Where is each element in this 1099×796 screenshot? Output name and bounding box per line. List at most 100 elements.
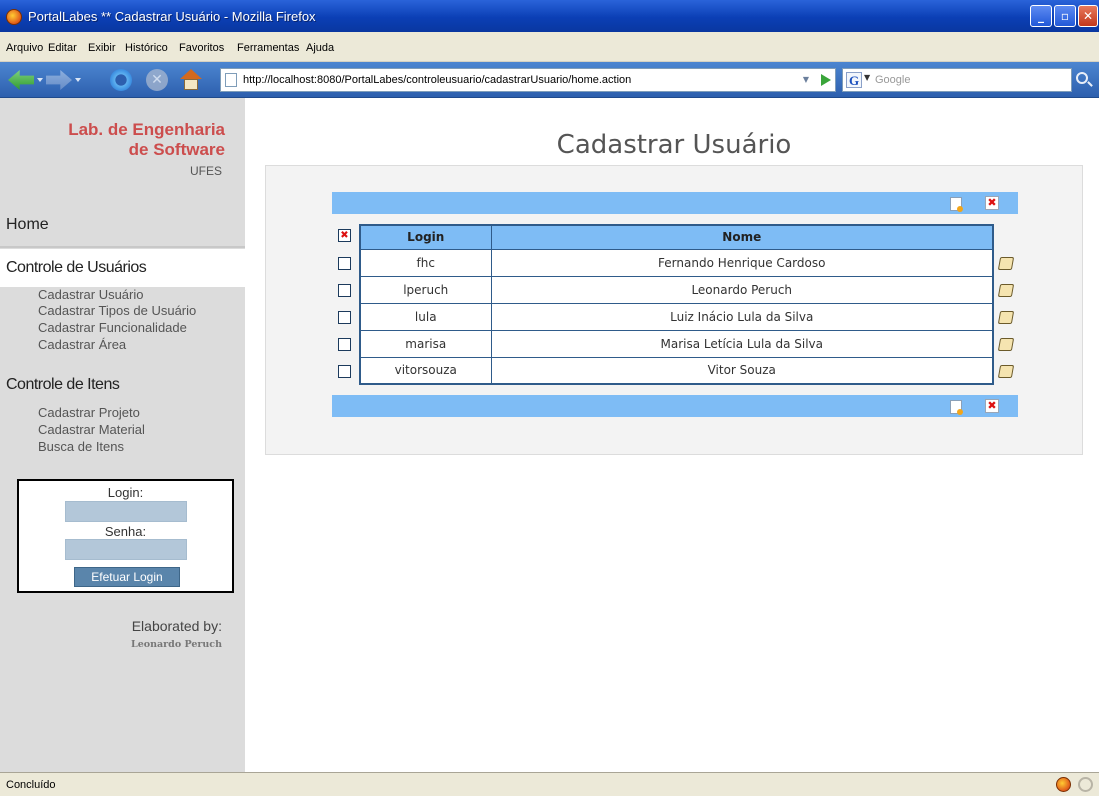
new-user-icon[interactable] xyxy=(950,197,963,212)
search-engine-dropdown-icon[interactable]: ▼ xyxy=(864,73,870,82)
home-icon-roof xyxy=(180,69,202,79)
row-checkbox[interactable] xyxy=(338,338,351,351)
password-label: Senha: xyxy=(104,524,147,539)
window-title: PortalLabes ** Cadastrar Usuário - Mozil… xyxy=(28,9,316,24)
sidebar: Lab. de Engenharia de Software UFES Home… xyxy=(0,98,245,772)
firefox-icon xyxy=(6,9,22,25)
delete-selected-icon[interactable]: ✖ xyxy=(985,399,999,413)
login-field[interactable] xyxy=(65,501,187,522)
address-bar[interactable]: http://localhost:8080/PortalLabes/contro… xyxy=(220,68,836,92)
author-name: Leonardo Peruch xyxy=(131,639,222,650)
bottom-action-bar: ✖ xyxy=(332,395,1018,417)
menu-editar[interactable]: Editar xyxy=(48,42,77,54)
sidebar-item-cadastrar-projeto[interactable]: Cadastrar Projeto xyxy=(38,405,140,420)
maximize-button[interactable]: ▫ xyxy=(1054,5,1076,27)
column-header-login[interactable]: Login xyxy=(359,224,492,250)
sidebar-item-busca-itens[interactable]: Busca de Itens xyxy=(38,439,124,454)
go-icon[interactable] xyxy=(821,74,831,86)
nav-section-users[interactable]: Controle de Usuários xyxy=(0,249,245,287)
row-checkbox[interactable] xyxy=(338,257,351,270)
page-icon xyxy=(225,73,237,87)
google-icon[interactable]: G xyxy=(846,72,862,88)
cell-login: marisa xyxy=(359,329,492,358)
cell-login: lula xyxy=(359,302,492,331)
table-row[interactable]: lula Luiz Inácio Lula da Silva xyxy=(359,302,994,331)
top-action-bar: ✖ xyxy=(332,192,1018,214)
nav-home[interactable]: Home xyxy=(0,208,245,248)
home-icon[interactable] xyxy=(180,69,202,91)
table-row[interactable]: vitorsouza Vitor Souza xyxy=(359,356,994,385)
back-history-dropdown-icon[interactable] xyxy=(37,78,43,82)
search-icon[interactable] xyxy=(1076,72,1088,84)
table-row[interactable]: lperuch Leonardo Peruch xyxy=(359,275,994,304)
brand-line-1: Lab. de Engenharia xyxy=(68,120,225,139)
navigation-toolbar: ✕ http://localhost:8080/PortalLabes/cont… xyxy=(0,62,1099,98)
stop-icon[interactable]: ✕ xyxy=(146,69,168,91)
menu-historico[interactable]: Histórico xyxy=(125,42,168,54)
menu-ferramentas[interactable]: Ferramentas xyxy=(237,42,299,54)
back-arrow-icon[interactable] xyxy=(8,70,34,90)
elaborated-by-label: Elaborated by: xyxy=(131,618,222,634)
sidebar-item-cadastrar-material[interactable]: Cadastrar Material xyxy=(38,422,145,437)
cell-nome: Vitor Souza xyxy=(490,356,994,385)
forward-history-dropdown-icon[interactable] xyxy=(75,78,81,82)
menu-exibir[interactable]: Exibir xyxy=(88,42,116,54)
search-box[interactable]: G ▼ Google xyxy=(842,68,1072,92)
cell-nome: Luiz Inácio Lula da Silva xyxy=(490,302,994,331)
status-bar: Concluído xyxy=(0,772,1099,796)
menu-arquivo[interactable]: Arquivo xyxy=(6,42,43,54)
cell-nome: Marisa Letícia Lula da Silva xyxy=(490,329,994,358)
row-checkbox[interactable] xyxy=(338,311,351,324)
cell-login: vitorsouza xyxy=(359,356,492,385)
close-window-button[interactable]: ✕ xyxy=(1078,5,1098,27)
page-title: Cadastrar Usuário xyxy=(556,130,792,160)
edit-row-icon[interactable] xyxy=(997,365,1015,378)
table-row[interactable]: fhc Fernando Henrique Cardoso xyxy=(359,248,994,277)
window-title-bar: PortalLabes ** Cadastrar Usuário - Mozil… xyxy=(0,0,1099,32)
cell-nome: Leonardo Peruch xyxy=(490,275,994,304)
url-history-dropdown-icon[interactable]: ▼ xyxy=(799,73,813,87)
home-icon-walls xyxy=(184,79,198,90)
edit-row-icon[interactable] xyxy=(997,257,1015,270)
login-box: Login: Senha: Efetuar Login xyxy=(17,479,234,593)
brand-title: Lab. de Engenharia de Software xyxy=(0,120,225,160)
login-button[interactable]: Efetuar Login xyxy=(74,567,180,587)
cell-login: lperuch xyxy=(359,275,492,304)
column-header-nome[interactable]: Nome xyxy=(490,224,994,250)
delete-selected-icon[interactable]: ✖ xyxy=(985,196,999,210)
edit-row-icon[interactable] xyxy=(997,311,1015,324)
cell-login: fhc xyxy=(359,248,492,277)
nav-section-items[interactable]: Controle de Itens xyxy=(0,366,245,404)
table-row[interactable]: marisa Marisa Letícia Lula da Silva xyxy=(359,329,994,358)
nav-section-items-title[interactable]: Controle de Itens xyxy=(6,376,120,394)
sidebar-item-cadastrar-funcionalidade[interactable]: Cadastrar Funcionalidade xyxy=(38,320,187,335)
menu-ajuda[interactable]: Ajuda xyxy=(306,42,334,54)
brand-line-2: de Software xyxy=(128,140,225,159)
row-checkbox[interactable] xyxy=(338,284,351,297)
nav-section-users-title[interactable]: Controle de Usuários xyxy=(6,259,147,277)
sidebar-item-cadastrar-usuario[interactable]: Cadastrar Usuário xyxy=(38,287,144,302)
row-checkbox[interactable] xyxy=(338,365,351,378)
minimize-button[interactable]: _ xyxy=(1030,5,1052,27)
menu-bar: Arquivo Editar Exibir Histórico Favorito… xyxy=(0,32,1099,62)
search-input[interactable]: Google xyxy=(875,74,910,86)
new-user-icon[interactable] xyxy=(950,400,963,415)
nav-home-label[interactable]: Home xyxy=(6,216,49,234)
password-field[interactable] xyxy=(65,539,187,560)
connection-status-icon xyxy=(1078,777,1093,792)
reload-icon[interactable] xyxy=(110,69,132,91)
select-all-checkbox[interactable]: ✖ xyxy=(338,229,351,242)
login-label: Login: xyxy=(107,485,144,500)
brand-subtitle: UFES xyxy=(189,164,222,178)
menu-favoritos[interactable]: Favoritos xyxy=(179,42,224,54)
sidebar-item-cadastrar-area[interactable]: Cadastrar Área xyxy=(38,337,126,352)
firefox-status-icon[interactable] xyxy=(1056,777,1071,792)
edit-row-icon[interactable] xyxy=(997,284,1015,297)
edit-row-icon[interactable] xyxy=(997,338,1015,351)
status-text: Concluído xyxy=(6,779,56,791)
forward-arrow-icon[interactable] xyxy=(46,70,72,90)
url-text[interactable]: http://localhost:8080/PortalLabes/contro… xyxy=(243,74,631,86)
cell-nome: Fernando Henrique Cardoso xyxy=(490,248,994,277)
users-table: Login Nome fhc Fernando Henrique Cardoso… xyxy=(359,224,994,385)
sidebar-item-cadastrar-tipos-usuario[interactable]: Cadastrar Tipos de Usuário xyxy=(38,303,196,318)
